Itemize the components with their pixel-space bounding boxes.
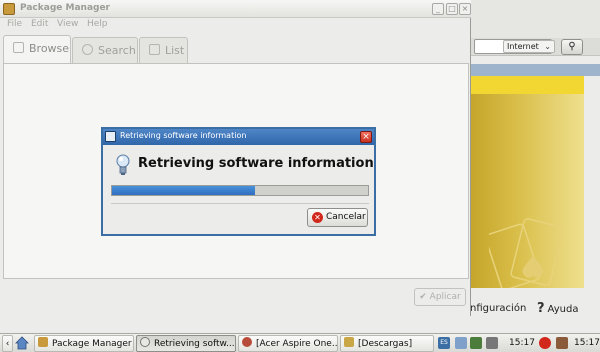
taskbar-item-label: Retrieving softw... xyxy=(154,339,235,349)
retrieving-dialog: Retrieving software information × Retrie… xyxy=(101,127,376,236)
browse-icon xyxy=(13,42,24,53)
package-icon xyxy=(105,131,116,142)
cancel-icon: ✕ xyxy=(312,212,323,223)
window-titlebar[interactable]: Package Manager _ □ × xyxy=(0,0,471,18)
menu-view[interactable]: View xyxy=(57,19,78,29)
search-icon: ⚲ xyxy=(568,41,576,52)
menu-help[interactable]: Help xyxy=(87,19,108,29)
tab-list[interactable]: List xyxy=(139,37,188,63)
progress-bar xyxy=(111,185,369,196)
clock-secondary[interactable]: 15:17 xyxy=(574,335,600,352)
show-desktop-button[interactable]: ‹ xyxy=(2,335,13,352)
menu-file[interactable]: File xyxy=(7,19,22,29)
dialog-close-button[interactable]: × xyxy=(360,131,372,143)
keyboard-layout-indicator[interactable]: ES xyxy=(438,337,450,349)
clock[interactable]: 15:17 xyxy=(509,335,535,352)
power-icon[interactable] xyxy=(539,337,551,349)
minimize-button[interactable]: _ xyxy=(432,3,444,15)
browser-toolbar-area xyxy=(470,0,600,38)
lightbulb-icon xyxy=(116,154,130,175)
dialog-heading: Retrieving software information xyxy=(138,156,374,171)
menu-edit[interactable]: Edit xyxy=(31,19,48,29)
list-icon xyxy=(149,44,160,55)
folder-icon xyxy=(344,337,354,347)
dialog-separator xyxy=(111,203,369,204)
spinner-icon xyxy=(140,337,150,347)
taskbar: ‹ Package Manager Retrieving softw... [A… xyxy=(0,333,600,352)
taskbar-item-label: [Descargas] xyxy=(358,339,413,349)
dialog-title: Retrieving software information xyxy=(120,131,247,140)
tab-browse-label: Browse xyxy=(29,42,70,55)
menu-bar: File Edit View Help xyxy=(0,18,471,33)
home-icon[interactable] xyxy=(15,335,31,352)
taskbar-item-label: Package Manager xyxy=(52,339,132,349)
browser-yellow-bar xyxy=(470,76,584,94)
help-icon: ? xyxy=(537,301,545,316)
playing-card-image xyxy=(489,218,564,288)
search-icon xyxy=(82,44,93,55)
taskbar-item-browser[interactable]: [Acer Aspire One... xyxy=(238,335,338,352)
window-title: Package Manager xyxy=(20,3,110,13)
search-button[interactable]: ⚲ xyxy=(561,39,583,55)
battery-icon[interactable] xyxy=(470,337,482,349)
wifi-icon[interactable] xyxy=(455,337,467,349)
taskbar-item-label: [Acer Aspire One... xyxy=(256,339,338,349)
package-icon xyxy=(3,3,15,15)
search-engine-label: Internet xyxy=(507,42,539,51)
package-icon xyxy=(38,337,48,347)
taskbar-item-downloads[interactable]: [Descargas] xyxy=(340,335,434,352)
tab-bar: Browse Search List xyxy=(0,35,471,63)
volume-icon[interactable] xyxy=(486,337,498,349)
browser-header-band xyxy=(470,64,600,76)
dialog-titlebar[interactable]: Retrieving software information × xyxy=(103,129,374,145)
cancel-button[interactable]: ✕ Cancelar xyxy=(307,208,368,227)
maximize-button[interactable]: □ xyxy=(446,3,458,15)
tab-search-label: Search xyxy=(98,44,136,57)
help-link[interactable]: ? Ayuda xyxy=(537,301,578,316)
apply-label: Aplicar xyxy=(429,292,461,302)
tab-search[interactable]: Search xyxy=(72,37,138,63)
tab-list-label: List xyxy=(165,44,185,57)
taskbar-item-package-manager[interactable]: Package Manager xyxy=(34,335,134,352)
chevron-down-icon: ⌄ xyxy=(544,42,551,51)
check-icon: ✔ xyxy=(419,292,430,302)
trash-icon[interactable] xyxy=(556,337,568,349)
config-link[interactable]: nfiguración xyxy=(470,303,526,314)
browser-icon xyxy=(242,337,252,347)
progress-bar-fill xyxy=(112,186,256,195)
cancel-label: Cancelar xyxy=(326,212,366,222)
tab-browse[interactable]: Browse xyxy=(3,35,71,63)
search-engine-dropdown[interactable]: Internet ⌄ xyxy=(503,40,555,53)
taskbar-item-retrieving[interactable]: Retrieving softw... xyxy=(136,335,236,352)
close-button[interactable]: × xyxy=(459,3,471,15)
help-label: Ayuda xyxy=(547,304,579,315)
apply-button[interactable]: ✔ Aplicar xyxy=(414,288,466,306)
